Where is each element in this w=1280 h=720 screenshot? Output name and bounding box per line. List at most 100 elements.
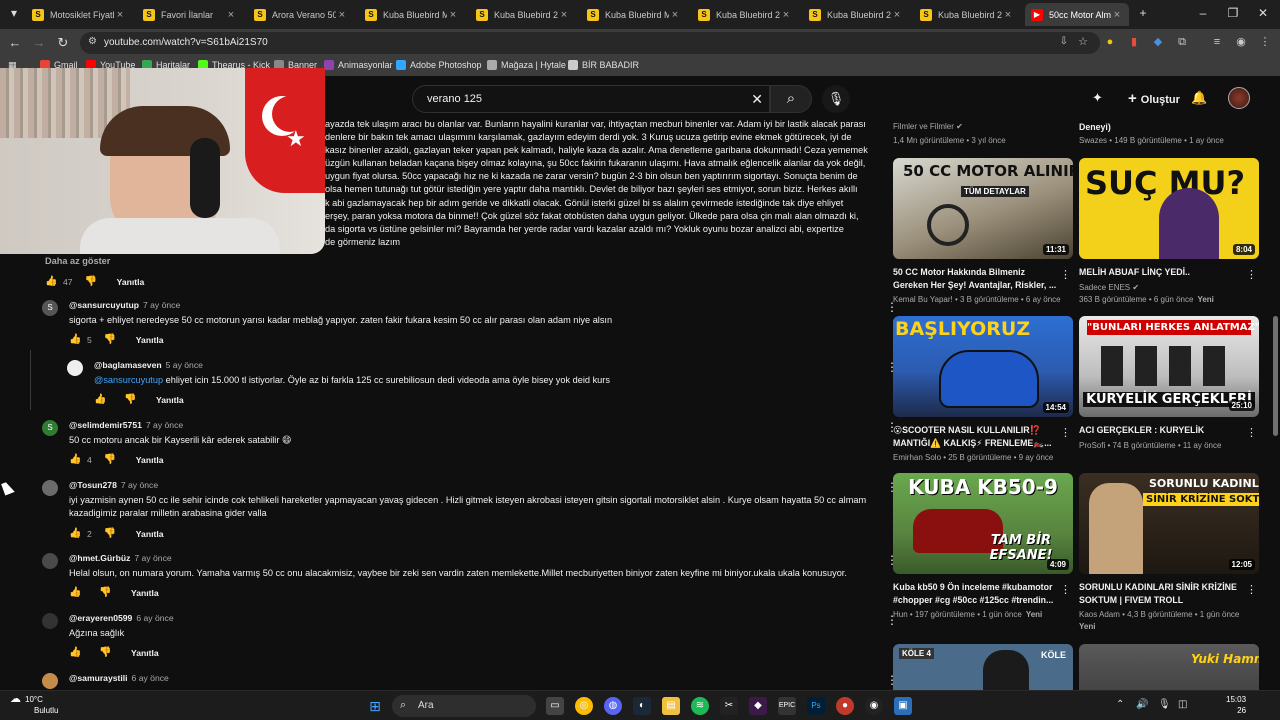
bookmark-bir-babadir[interactable]: BİR BABADIR	[568, 60, 639, 70]
taskbar-search-input[interactable]: ⌕ Ara	[392, 695, 536, 717]
more-options-icon[interactable]: ⋮	[1246, 426, 1257, 439]
file-explorer-icon[interactable]: ▤	[662, 697, 680, 715]
video-title[interactable]: MELİH ABUAF LİNÇ YEDİ..	[1079, 266, 1245, 279]
close-icon[interactable]: ×	[114, 9, 126, 21]
menu-dots-icon[interactable]: ⋮	[1258, 35, 1272, 49]
thumbs-down-icon[interactable]: 👎	[104, 334, 118, 345]
clear-icon[interactable]: ✕	[751, 91, 763, 108]
spotify-icon[interactable]: ≋	[691, 697, 709, 715]
photoshop-icon[interactable]: Ps	[807, 697, 825, 715]
thumbs-up-icon[interactable]: 👍	[69, 454, 83, 465]
extension-icon[interactable]: ▮	[1127, 35, 1141, 49]
more-options-icon[interactable]: ⋮	[1060, 583, 1071, 596]
new-tab-icon[interactable]: +	[1133, 6, 1153, 20]
bookmark-star-icon[interactable]: ☆	[1078, 35, 1088, 48]
video-thumbnail[interactable]: "BUNLARI HERKES ANLATMAZ" KURYELİK GERÇE…	[1079, 316, 1259, 417]
close-icon[interactable]: ×	[558, 9, 570, 21]
video-thumbnail[interactable]: SUÇ MU? 8:04	[1079, 158, 1259, 259]
thumbs-up-icon[interactable]: 👍	[69, 587, 83, 598]
related-video[interactable]: "BUNLARI HERKES ANLATMAZ" KURYELİK GERÇE…	[1079, 316, 1259, 466]
reply-button[interactable]: Yanıtla	[136, 335, 164, 345]
maximize-icon[interactable]: ❐	[1223, 6, 1243, 20]
close-window-icon[interactable]: ✕	[1253, 6, 1273, 20]
bookmark-hytale[interactable]: Mağaza | Hytale	[487, 60, 566, 70]
comment-time[interactable]: 6 ay önce	[132, 673, 169, 683]
voice-search-button[interactable]: 🎙	[822, 85, 850, 113]
related-video[interactable]: 50 CC MOTOR ALINIR MI ? TÜM DETAYLAR 11:…	[893, 158, 1073, 308]
profile-icon[interactable]: ◉	[1234, 35, 1248, 49]
search-input[interactable]: verano 125 ✕	[412, 85, 770, 113]
close-icon[interactable]: ×	[891, 9, 903, 21]
tab-search-icon[interactable]: ▾	[4, 6, 24, 20]
reply-button[interactable]: Yanıtla	[131, 588, 159, 598]
comment-time[interactable]: 5 ay önce	[166, 360, 203, 370]
comment-author[interactable]: @hmet.Gürbüz	[69, 553, 130, 563]
thumbs-down-icon[interactable]: 👎	[104, 528, 118, 539]
close-icon[interactable]: ×	[1111, 9, 1123, 21]
video-thumbnail[interactable]: SORUNLU KADINLAR SİNİR KRİZİNE SOKTUM 12…	[1079, 473, 1259, 574]
comment-time[interactable]: 7 ay önce	[143, 300, 180, 310]
avatar[interactable]	[1228, 87, 1250, 109]
weather-widget[interactable]: ☁ 10°C Bulutlu	[10, 694, 58, 716]
comment-time[interactable]: 7 ay önce	[146, 420, 183, 430]
video-channel[interactable]: Filmler ve Filmler ✔	[893, 122, 963, 131]
close-icon[interactable]: ×	[1002, 9, 1014, 21]
network-icon[interactable]: ◫	[1178, 699, 1187, 710]
comment-author[interactable]: @selimdemir5751	[69, 420, 142, 430]
bookmark-photoshop[interactable]: Adobe Photoshop	[396, 60, 482, 70]
browser-tab[interactable]: S Kuba Bluebird Mo×	[359, 3, 465, 26]
site-info-icon[interactable]: ⚙	[88, 36, 97, 47]
video-title[interactable]: ACI GERÇEKLER : KURYELİK	[1079, 424, 1245, 437]
app-icon[interactable]: ▣	[894, 697, 912, 715]
show-less-button[interactable]: Daha az göster	[45, 256, 110, 266]
windows-start-icon[interactable]: ⊞	[366, 697, 384, 715]
more-options-icon[interactable]: ⋮	[1246, 583, 1257, 596]
video-thumbnail[interactable]: 50 CC MOTOR ALINIR MI ? TÜM DETAYLAR 11:…	[893, 158, 1073, 259]
obs-icon[interactable]: ◉	[865, 697, 883, 715]
more-options-icon[interactable]: ⋮	[1060, 268, 1071, 281]
comment-author[interactable]: @Tosun278	[69, 480, 117, 490]
comment-time[interactable]: 6 ay önce	[136, 613, 173, 623]
video-title[interactable]: SORUNLU KADINLARI SİNİR KRİZİNE SOKTUM |…	[1079, 581, 1245, 606]
comment-time[interactable]: 7 ay önce	[134, 553, 171, 563]
avatar[interactable]	[42, 553, 58, 569]
reply-button[interactable]: Yanıtla	[131, 648, 159, 658]
comment-author[interactable]: @erayeren0599	[69, 613, 132, 623]
reply-button[interactable]: Yanıtla	[117, 277, 145, 287]
extension-icon[interactable]: ●	[1103, 35, 1117, 49]
related-video[interactable]: SUÇ MU? 8:04 MELİH ABUAF LİNÇ YEDİ.. Sad…	[1079, 158, 1259, 308]
steam-icon[interactable]: ◐	[633, 697, 651, 715]
thumbs-up-icon[interactable]: 👍	[69, 647, 83, 658]
browser-tab[interactable]: S Kuba Bluebird 20 ×	[692, 3, 798, 26]
comment-author[interactable]: @baglamaseven	[94, 360, 162, 370]
volume-icon[interactable]: 🔊	[1136, 699, 1148, 710]
close-icon[interactable]: ×	[780, 9, 792, 21]
related-video[interactable]: KÖLE 4 KÖLE	[893, 644, 1073, 690]
thumbs-up-icon[interactable]: 👍	[94, 394, 108, 405]
search-button[interactable]: ⌕	[770, 85, 812, 113]
address-bar[interactable]: ⚙ youtube.com/watch?v=S61bAi21S70 ⇩ ☆	[80, 32, 1100, 54]
reply-button[interactable]: Yanıtla	[156, 395, 184, 405]
create-button[interactable]: + Oluştur	[1116, 86, 1192, 112]
app-icon[interactable]: ●	[836, 697, 854, 715]
thumbs-down-icon[interactable]: 👎	[99, 587, 113, 598]
video-thumbnail[interactable]: KUBA KB50-9 TAM BİR EFSANE! 4:09	[893, 473, 1073, 574]
notifications-bell-icon[interactable]: 🔔	[1191, 90, 1207, 106]
browser-tab[interactable]: S Kuba Bluebird 20 ×	[470, 3, 576, 26]
browser-tab[interactable]: S Kuba Bluebird Mo×	[581, 3, 687, 26]
related-video[interactable]: SORUNLU KADINLAR SİNİR KRİZİNE SOKTUM 12…	[1079, 473, 1259, 633]
browser-tab[interactable]: S Motosiklet Fiyatla ×	[26, 3, 132, 26]
extensions-puzzle-icon[interactable]: ⧉	[1175, 35, 1189, 49]
more-options-icon[interactable]: ⋮	[1060, 426, 1071, 439]
more-options-icon[interactable]: ⋮	[1246, 268, 1257, 281]
video-title[interactable]: 😮SCOOTER NASIL KULLANILIR⁉️ MANTIĞI⚠️ KA…	[893, 424, 1059, 449]
thumbs-down-icon[interactable]: 👎	[124, 394, 138, 405]
user-mention-link[interactable]: @sansurcuyutup	[94, 375, 163, 385]
premiere-icon[interactable]: ◆	[749, 697, 767, 715]
video-thumbnail[interactable]: BAŞLIYORUZ 14:54	[893, 316, 1073, 417]
extension-icon[interactable]: ✦	[1092, 90, 1103, 106]
task-view-icon[interactable]: ▭	[546, 697, 564, 715]
close-icon[interactable]: ×	[447, 9, 459, 21]
extension-icon[interactable]: ◆	[1151, 35, 1165, 49]
comment-author[interactable]: @samuraystili	[69, 673, 128, 683]
